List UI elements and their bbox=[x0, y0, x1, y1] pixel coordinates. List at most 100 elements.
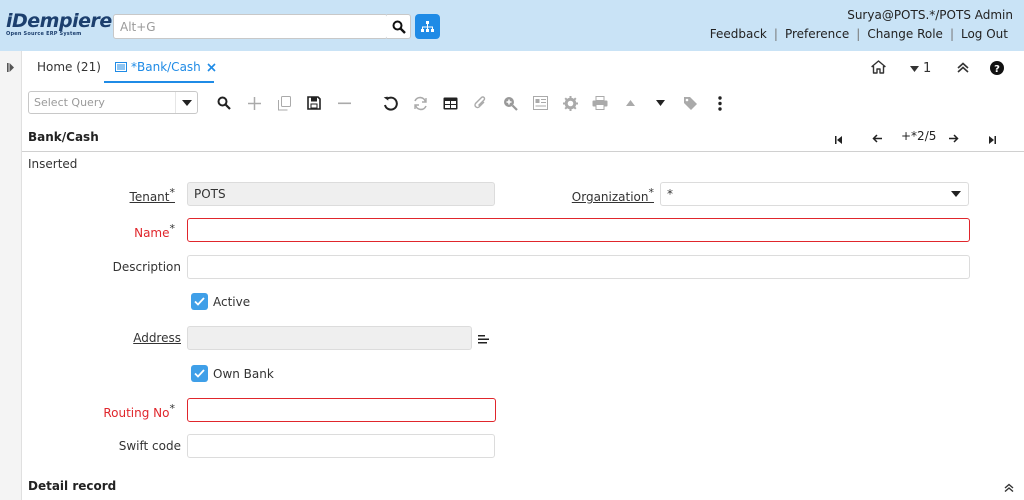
organization-select[interactable]: * bbox=[660, 182, 969, 206]
copy-record-button[interactable] bbox=[273, 92, 295, 114]
expand-panel-icon[interactable] bbox=[7, 63, 15, 72]
toggle-grid-button[interactable] bbox=[439, 92, 461, 114]
preference-link[interactable]: Preference bbox=[778, 27, 856, 41]
double-chevron-up-icon bbox=[1004, 483, 1014, 493]
window-list-dropdown[interactable]: 1 bbox=[910, 61, 931, 76]
first-record-button[interactable] bbox=[835, 133, 842, 147]
tenant-field: POTS bbox=[187, 182, 495, 206]
home-icon bbox=[871, 60, 886, 74]
swift-code-input[interactable] bbox=[187, 434, 495, 458]
routing-no-label: Routing No* bbox=[103, 402, 175, 420]
checkmark-icon bbox=[194, 369, 205, 378]
next-record-button[interactable] bbox=[949, 132, 959, 146]
caret-down-icon bbox=[910, 65, 919, 72]
refresh-button[interactable] bbox=[409, 92, 431, 114]
home-button[interactable] bbox=[871, 60, 886, 77]
feedback-link[interactable]: Feedback bbox=[703, 27, 774, 41]
sitemap-icon bbox=[421, 20, 434, 32]
caret-down-icon bbox=[951, 191, 961, 197]
attachment-button[interactable] bbox=[469, 92, 491, 114]
gear-icon bbox=[562, 95, 578, 111]
find-button[interactable] bbox=[213, 92, 235, 114]
close-tab-icon[interactable] bbox=[207, 62, 216, 72]
delete-record-button[interactable] bbox=[333, 92, 355, 114]
app-header: iDempiere Open Source ERP System Alt+G S… bbox=[0, 0, 1024, 51]
arrow-left-icon bbox=[872, 134, 882, 143]
window-title-bar: Bank/Cash +*2/5 bbox=[22, 124, 1024, 152]
grid-view-icon bbox=[443, 97, 457, 109]
zoom-in-icon bbox=[503, 96, 518, 111]
own-bank-label[interactable]: Own Bank bbox=[213, 367, 274, 381]
active-checkbox[interactable] bbox=[191, 293, 208, 310]
idempiere-logo[interactable]: iDempiere Open Source ERP System bbox=[6, 10, 112, 38]
svg-text:?: ? bbox=[994, 64, 1000, 75]
select-query-placeholder: Select Query bbox=[34, 96, 105, 109]
minus-icon bbox=[337, 102, 351, 104]
active-tab-indicator bbox=[104, 81, 214, 83]
header-links: Feedback | Preference | Change Role | Log O… bbox=[703, 27, 1015, 41]
routing-no-input[interactable] bbox=[187, 398, 496, 422]
report-button[interactable] bbox=[529, 92, 551, 114]
report-icon bbox=[532, 96, 548, 110]
plus-icon bbox=[247, 96, 261, 110]
tab-home[interactable]: Home (21) bbox=[37, 60, 101, 74]
zoom-across-button[interactable] bbox=[499, 92, 521, 114]
paperclip-icon bbox=[473, 95, 485, 108]
caret-up-icon bbox=[625, 100, 635, 106]
search-button[interactable] bbox=[387, 14, 411, 39]
checkmark-icon bbox=[194, 297, 205, 306]
print-button[interactable] bbox=[589, 92, 611, 114]
double-chevron-up-icon bbox=[957, 62, 969, 73]
last-record-icon bbox=[989, 136, 996, 144]
caret-down-icon bbox=[181, 99, 192, 106]
select-query-dropdown[interactable]: Select Query bbox=[28, 91, 198, 114]
record-position: +*2/5 bbox=[901, 129, 937, 143]
caret-down-icon bbox=[655, 100, 665, 106]
window-icon bbox=[115, 62, 127, 72]
undo-button[interactable] bbox=[379, 92, 401, 114]
address-field bbox=[187, 326, 472, 350]
last-record-button[interactable] bbox=[989, 133, 996, 147]
detail-record-title: Detail record bbox=[28, 479, 117, 493]
description-label: Description bbox=[112, 260, 181, 274]
label-button[interactable] bbox=[679, 92, 701, 114]
search-icon bbox=[392, 20, 406, 34]
logo-text: iDempiere bbox=[6, 10, 112, 32]
first-record-icon bbox=[835, 136, 842, 144]
tab-bank-cash-label: *Bank/Cash bbox=[131, 60, 201, 74]
name-input[interactable] bbox=[187, 218, 970, 242]
active-label[interactable]: Active bbox=[213, 295, 250, 309]
new-record-button[interactable] bbox=[243, 92, 265, 114]
menu-tree-button[interactable] bbox=[415, 14, 440, 39]
address-editor-button[interactable] bbox=[478, 333, 489, 347]
refresh-icon bbox=[413, 96, 427, 110]
vertical-ellipsis-icon bbox=[718, 95, 722, 111]
detail-record-button[interactable] bbox=[649, 92, 671, 114]
previous-record-button[interactable] bbox=[872, 132, 882, 146]
process-button[interactable] bbox=[559, 92, 581, 114]
global-search-input[interactable]: Alt+G bbox=[113, 14, 388, 39]
collapse-detail-button[interactable] bbox=[1004, 481, 1014, 495]
tab-bank-cash[interactable]: *Bank/Cash bbox=[115, 60, 216, 74]
tag-icon bbox=[683, 96, 697, 110]
own-bank-checkbox[interactable] bbox=[191, 365, 208, 382]
search-icon bbox=[217, 96, 231, 110]
tenant-label: Tenant* bbox=[129, 186, 175, 204]
save-icon bbox=[307, 96, 321, 110]
organization-value: * bbox=[667, 187, 673, 201]
user-role-label: Surya@POTS.*/POTS Admin bbox=[847, 8, 1013, 22]
description-input[interactable] bbox=[187, 255, 970, 279]
collapse-header-button[interactable] bbox=[957, 62, 969, 76]
printer-icon bbox=[592, 96, 608, 110]
more-actions-button[interactable] bbox=[709, 92, 731, 114]
window-title: Bank/Cash bbox=[28, 130, 99, 144]
west-panel-collapsed bbox=[0, 51, 22, 500]
help-button[interactable]: ? bbox=[990, 61, 1004, 78]
query-dropdown-button[interactable] bbox=[175, 92, 197, 113]
undo-icon bbox=[383, 96, 398, 111]
parent-record-button[interactable] bbox=[619, 92, 641, 114]
change-role-link[interactable]: Change Role bbox=[860, 27, 950, 41]
help-icon: ? bbox=[990, 61, 1004, 75]
save-button[interactable] bbox=[303, 92, 325, 114]
logout-link[interactable]: Log Out bbox=[954, 27, 1015, 41]
